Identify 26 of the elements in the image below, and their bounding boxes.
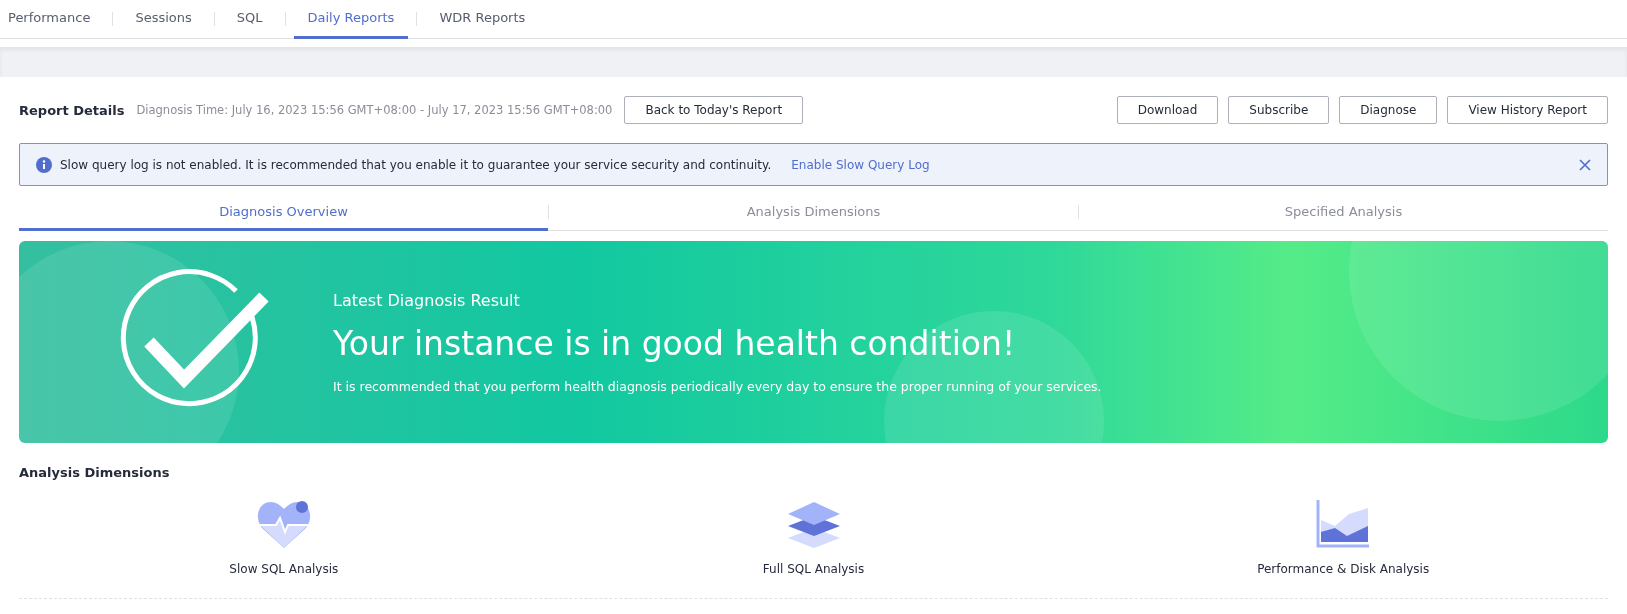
banner-kicker: Latest Diagnosis Result — [333, 290, 521, 310]
banner-note: It is recommended that you perform health diagnosis periodically every day to ensure the proper running of your services. — [333, 378, 1102, 394]
back-button[interactable]: Back to Today's Report — [624, 96, 804, 124]
dimension-label[interactable]: Performance & Disk Analysis — [1257, 562, 1430, 576]
dimension-label[interactable]: Slow SQL Analysis — [229, 562, 339, 576]
action-button[interactable]: Subscribe — [1228, 96, 1330, 124]
sub-tab[interactable]: Diagnosis Overview — [19, 194, 548, 231]
alert-message: Slow query log is not enabled. It is recommended that you enable it to guarantee your service security and continuity. — [60, 157, 772, 172]
nav-tab[interactable]: Performance — [0, 0, 105, 39]
enable-link[interactable]: Enable Slow Query Log — [791, 157, 930, 172]
banner-headline: Your instance is in good health condition! — [333, 323, 1017, 363]
nav-tab[interactable]: WDR Reports — [425, 0, 540, 39]
diagnosis-time: Diagnosis Time: July 16, 2023 15:56 GMT+08:00 - July 17, 2023 15:56 GMT+08:00 — [136, 103, 613, 117]
nav-tab[interactable]: Sessions — [121, 0, 206, 39]
close-icon[interactable] — [1579, 158, 1591, 171]
action-button[interactable]: Diagnose — [1339, 96, 1438, 124]
action-button[interactable]: View History Report — [1447, 96, 1608, 124]
dimension-label[interactable]: Full SQL Analysis — [762, 562, 865, 576]
heart-icon — [255, 498, 312, 550]
action-button[interactable]: Download — [1116, 96, 1219, 124]
info-icon — [36, 156, 52, 173]
report-title: Report Details — [19, 102, 125, 118]
nav-tab[interactable]: Daily Reports — [293, 0, 409, 39]
section-title: Analysis Dimensions — [19, 465, 171, 480]
nav-tab[interactable]: SQL — [222, 0, 277, 39]
area-chart-icon — [1315, 498, 1372, 550]
